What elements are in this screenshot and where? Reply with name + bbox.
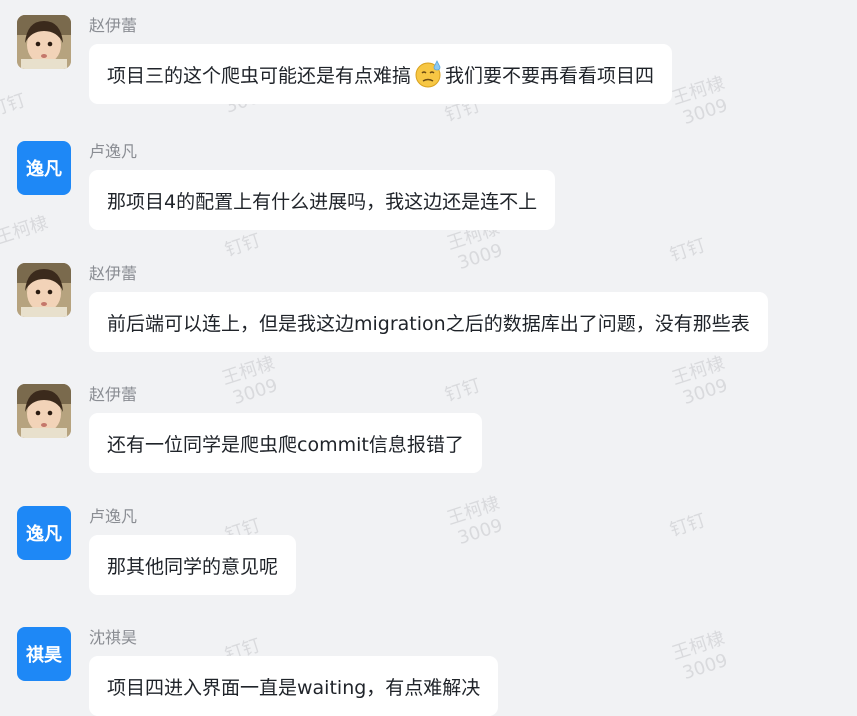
avatar-initials: 祺昊 <box>26 645 62 666</box>
message-bubble[interactable]: 那项目4的配置上有什么进展吗，我这边还是连不上 <box>89 170 556 230</box>
watermark-tile: 钉钉 <box>222 229 264 262</box>
watermark-tile: 王柯棣 3009 <box>669 72 731 130</box>
girl-portrait-icon <box>17 384 71 438</box>
message-text: 那其他同学的意见呢 <box>107 555 279 578</box>
avatar-initials: 逸凡 <box>26 159 62 180</box>
girl-portrait-icon <box>17 15 71 69</box>
sender-name: 沈祺昊 <box>89 628 138 647</box>
avatar[interactable] <box>17 384 71 438</box>
sender-name: 赵伊蕾 <box>89 385 138 404</box>
avatar[interactable]: 祺昊 <box>17 627 71 681</box>
sweat-emoji-icon <box>415 60 441 88</box>
message-text: 我们要不要再看看项目四 <box>445 64 655 87</box>
sender-name: 赵伊蕾 <box>89 16 138 35</box>
sender-name: 卢逸凡 <box>89 507 138 526</box>
sender-name: 赵伊蕾 <box>89 264 138 283</box>
sender-name: 卢逸凡 <box>89 142 138 161</box>
avatar-initials: 逸凡 <box>26 524 62 545</box>
watermark-tile: 钉钉 <box>667 234 709 267</box>
message-text: 还有一位同学是爬虫爬commit信息报错了 <box>107 433 464 456</box>
message-text: 项目三的这个爬虫可能还是有点难搞 <box>107 64 412 87</box>
watermark-tile: 钉钉 <box>442 374 484 407</box>
avatar[interactable] <box>17 15 71 69</box>
avatar[interactable]: 逸凡 <box>17 506 71 560</box>
avatar[interactable] <box>17 263 71 317</box>
watermark-tile: 钉钉 <box>0 89 29 122</box>
watermark-tile: 王柯棣 3009 <box>219 352 281 410</box>
watermark-tile: 钉钉 <box>667 509 709 542</box>
girl-portrait-icon <box>17 263 71 317</box>
message-text: 前后端可以连上，但是我这边migration之后的数据库出了问题，没有那些表 <box>107 312 750 335</box>
message-bubble[interactable]: 那其他同学的意见呢 <box>89 535 297 595</box>
message-bubble[interactable]: 前后端可以连上，但是我这边migration之后的数据库出了问题，没有那些表 <box>89 292 768 352</box>
watermark-tile: 王柯棣 3009 <box>669 627 731 685</box>
avatar[interactable]: 逸凡 <box>17 141 71 195</box>
message-bubble[interactable]: 项目三的这个爬虫可能还是有点难搞 我们要不要再看看项目四 <box>89 44 673 104</box>
message-text: 那项目4的配置上有什么进展吗，我这边还是连不上 <box>107 190 538 213</box>
watermark-layer: 钉钉 3009 钉钉 王柯棣3009 王柯棣 钉钉 王柯棣3009 钉钉 王柯棣… <box>0 0 857 711</box>
watermark-tile: 王柯棣 3009 <box>669 352 731 410</box>
message-bubble[interactable]: 还有一位同学是爬虫爬commit信息报错了 <box>89 413 482 473</box>
watermark-tile: 王柯棣 3009 <box>444 492 506 550</box>
message-text: 项目四进入界面一直是waiting，有点难解决 <box>107 676 481 699</box>
watermark-tile: 王柯棣 <box>0 212 51 249</box>
message-bubble[interactable]: 项目四进入界面一直是waiting，有点难解决 <box>89 656 499 716</box>
